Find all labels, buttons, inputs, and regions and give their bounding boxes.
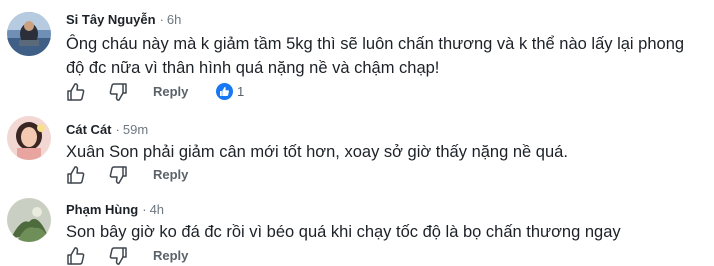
avatar[interactable]: [7, 198, 51, 242]
comment-header: Phạm Hùng · 4h: [66, 201, 164, 219]
author-name[interactable]: Cát Cát: [66, 122, 112, 137]
timestamp: 6h: [166, 12, 182, 27]
comment-actions: Reply: [66, 165, 366, 185]
thumbs-up-icon[interactable]: [66, 82, 86, 102]
reply-button[interactable]: Reply: [153, 83, 188, 101]
timestamp: 59m: [122, 122, 149, 137]
avatar[interactable]: [7, 12, 51, 56]
comment-3: Phạm Hùng · 4h Son bây giờ ko đá đc rồi vì…: [0, 185, 714, 265]
comment-2: Cát Cát · 59m Xuân Son phải giảm cân mới t…: [0, 105, 714, 185]
thumbs-up-badge-icon: [216, 83, 233, 100]
thumbs-down-icon[interactable]: [108, 82, 128, 102]
timestamp: 4h: [149, 202, 165, 217]
separator-dot: ·: [159, 12, 164, 27]
comment-actions: Reply: [66, 246, 366, 266]
author-name[interactable]: Phạm Hùng: [66, 202, 138, 217]
thumbs-down-icon[interactable]: [108, 246, 128, 266]
separator-dot: ·: [142, 202, 147, 217]
author-name[interactable]: Si Tây Nguyễn: [66, 12, 156, 27]
comment-1: Si Tây Nguyễn · 6h Ông cháu này mà k giảm …: [0, 0, 714, 105]
comment-actions: Reply 1: [66, 82, 366, 102]
reaction-count: 1: [237, 84, 245, 99]
comment-text: Son bây giờ ko đá đc rồi vì béo quá khi …: [66, 223, 621, 241]
separator-dot: ·: [115, 122, 120, 137]
comment-header: Si Tây Nguyễn · 6h: [66, 11, 181, 29]
comment-text: Ông cháu này mà k giảm tầm 5kg thì sẽ lu…: [66, 35, 685, 77]
thumbs-up-icon[interactable]: [66, 246, 86, 266]
comment-header: Cát Cát · 59m: [66, 121, 148, 139]
thumbs-down-icon[interactable]: [108, 165, 128, 185]
comment-text: Xuân Son phải giảm cân mới tốt hơn, xoay…: [66, 143, 568, 161]
avatar[interactable]: [7, 116, 51, 160]
thumbs-up-icon[interactable]: [66, 165, 86, 185]
reaction-summary[interactable]: 1: [216, 82, 256, 102]
reply-button[interactable]: Reply: [153, 166, 188, 184]
reply-button[interactable]: Reply: [153, 247, 188, 265]
